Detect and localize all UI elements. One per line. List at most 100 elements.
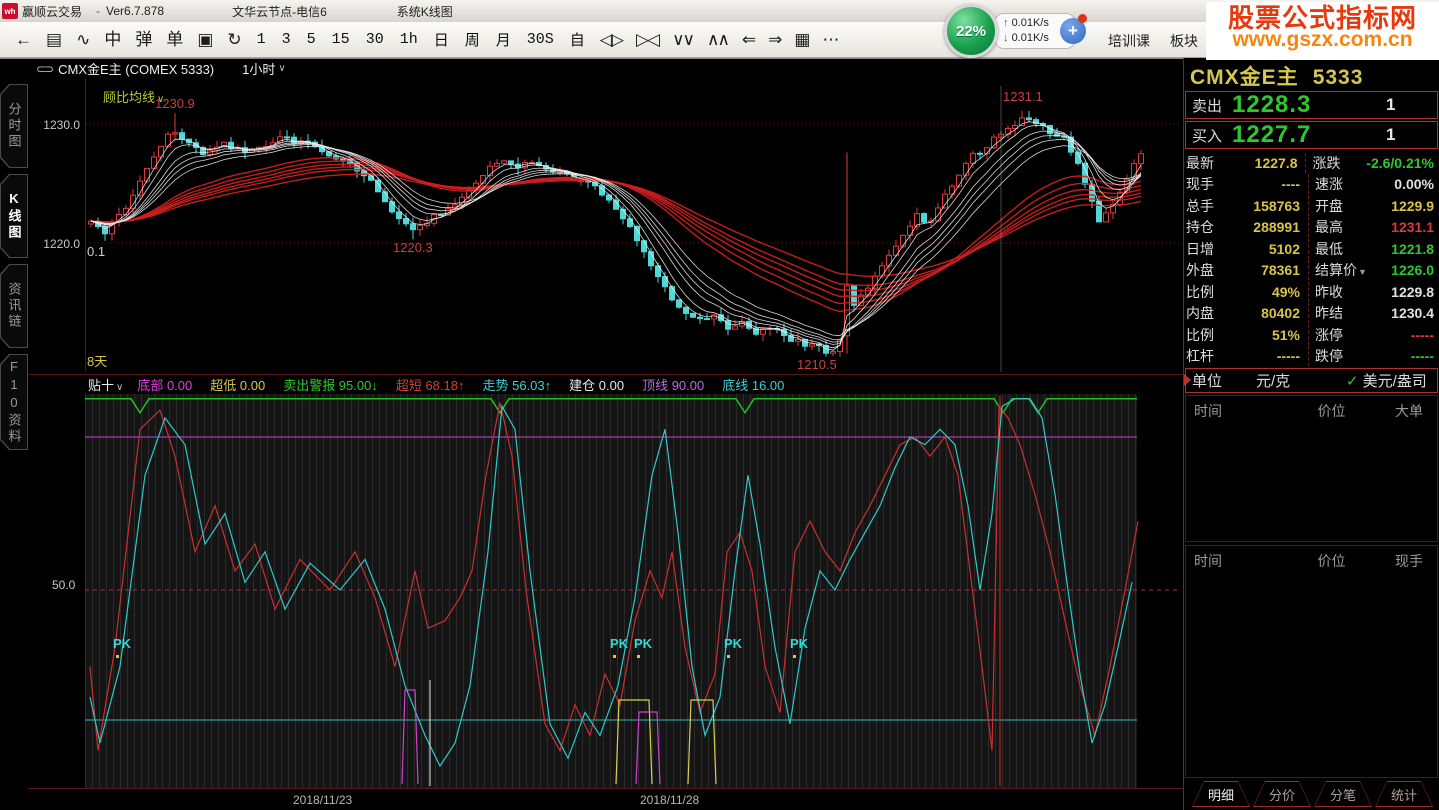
- period-label[interactable]: 1小时: [242, 59, 275, 78]
- download-arrow-icon: ↓: [1003, 32, 1009, 44]
- collapse-panel-icon[interactable]: ∨∨: [672, 31, 693, 48]
- trend-line-icon[interactable]: ∿: [76, 31, 90, 48]
- save-icon[interactable]: ▣: [197, 31, 213, 48]
- stat-value: -----: [1232, 348, 1308, 364]
- sidebar-tab-F10资料[interactable]: F10资料: [0, 354, 28, 450]
- col-price: 价位: [1294, 401, 1369, 421]
- zoom-out-icon[interactable]: ◁▷: [600, 31, 622, 48]
- sell-volume: 1: [1352, 95, 1395, 115]
- stat-value: 1229.9: [1370, 198, 1438, 214]
- symbol-switch-icon[interactable]: ⊂⊃: [36, 62, 52, 76]
- period-button-3[interactable]: 3: [282, 31, 291, 48]
- quote-tab-分笔[interactable]: 分笔: [1314, 781, 1372, 807]
- indicator-field-卖出警报: 卖出警报 95.00↓: [283, 375, 378, 394]
- left-sidebar: 分时图 K线图资讯链 F10资料: [0, 78, 28, 810]
- period-button-月[interactable]: 月: [496, 29, 511, 50]
- settlement-dropdown-icon[interactable]: ▼: [1358, 267, 1367, 277]
- stat-label: 速涨: [1308, 174, 1370, 194]
- stat-value: 288991: [1232, 219, 1308, 235]
- period-button-日[interactable]: 日: [434, 29, 449, 50]
- order-icon[interactable]: 单: [166, 31, 183, 48]
- clipped-price-label: 0.1: [87, 244, 105, 259]
- period-button-30[interactable]: 30: [366, 31, 384, 48]
- quote-tab-统计[interactable]: 统计: [1375, 781, 1433, 807]
- page-right-icon[interactable]: ⇒: [768, 31, 780, 48]
- buy-label: 买入: [1186, 125, 1232, 146]
- x-axis-date: 2018/11/28: [640, 793, 699, 807]
- zoom-in-icon[interactable]: ▷◁: [636, 31, 658, 48]
- upload-speed: 0.01K/s: [1012, 17, 1049, 29]
- oscillator-chart[interactable]: PKPKPKPKPK: [85, 394, 1180, 788]
- sub-indicator-panel[interactable]: PKPKPKPKPK 50.0: [28, 394, 1183, 788]
- sell-price[interactable]: 1228.3: [1232, 91, 1352, 119]
- quote-symbol-code: 5333: [1313, 66, 1364, 89]
- sub-indicator-name[interactable]: 贴十∨: [88, 375, 123, 394]
- indicator-field-走势: 走势 56.03↑: [483, 375, 552, 394]
- unit-yuan-gram[interactable]: 元/克: [1256, 370, 1346, 391]
- quote-tab-分价[interactable]: 分价: [1253, 781, 1311, 807]
- unit-usd-oz[interactable]: 美元/盎司: [1363, 370, 1427, 391]
- layout-icon[interactable]: ▦: [794, 31, 808, 48]
- stat-value: 1231.1: [1370, 219, 1438, 235]
- page-left-icon[interactable]: ⇐: [742, 31, 754, 48]
- buy-quote-row[interactable]: 买入 1227.7 1: [1185, 121, 1438, 149]
- indicator-field-超短: 超短 68.18↑: [396, 375, 465, 394]
- period-button-周[interactable]: 周: [465, 29, 480, 50]
- indicator-field-超低: 超低 0.00: [210, 375, 265, 394]
- stat-label: 开盘: [1308, 196, 1370, 216]
- sub-indicator-header: 贴十∨ 底部 0.00超低 0.00卖出警报 95.00↓超短 68.18↑走势…: [28, 374, 1183, 394]
- col-time: 时间: [1194, 551, 1294, 571]
- view-name-label: 系统K线图: [397, 3, 453, 20]
- stat-label: 内盘: [1186, 303, 1232, 323]
- sidebar-tab-分时图[interactable]: 分时图: [0, 84, 28, 168]
- period-button-1h[interactable]: 1h: [400, 31, 418, 48]
- price-label: 1230.9: [155, 96, 195, 111]
- more-icon[interactable]: ⋯: [822, 31, 837, 48]
- quote-stats-grid: 最新1227.8涨跌-2.6/0.21%现手----速涨0.00%总手15876…: [1186, 152, 1438, 367]
- stat-value: 1230.4: [1370, 305, 1438, 321]
- back-icon[interactable]: ←: [15, 31, 32, 48]
- quote-tab-明细[interactable]: 明细: [1192, 781, 1250, 807]
- pop-order-icon[interactable]: 弹: [135, 31, 152, 48]
- quote-stat-row: 总手158763开盘1229.9: [1186, 195, 1438, 217]
- col-lots: 现手: [1369, 551, 1429, 571]
- stat-value: -----: [1370, 348, 1438, 364]
- quote-stat-row: 内盘80402昨结1230.4: [1186, 303, 1438, 325]
- period-button-30S[interactable]: 30S: [527, 31, 554, 48]
- stat-label: 结算价▼: [1308, 260, 1370, 280]
- oscillator-y-tick: 50.0: [52, 578, 75, 592]
- candlestick-chart[interactable]: [86, 78, 1181, 372]
- period-button-1[interactable]: 1: [257, 31, 266, 48]
- buy-volume: 1: [1352, 125, 1395, 145]
- svg-text:PK: PK: [634, 636, 653, 651]
- symbol-label[interactable]: CMX金E主 (COMEX 5333): [58, 59, 214, 78]
- quote-list-icon[interactable]: ▤: [46, 31, 62, 48]
- stat-label: 总手: [1186, 196, 1232, 216]
- refresh-icon[interactable]: ↻: [227, 31, 241, 48]
- sell-quote-row[interactable]: 卖出 1228.3 1: [1185, 91, 1438, 119]
- expand-panel-icon[interactable]: ∧∧: [707, 31, 728, 48]
- stat-value: 0.00%: [1370, 176, 1438, 192]
- kline-icon[interactable]: 中: [104, 31, 121, 48]
- network-gauge[interactable]: 22%: [944, 4, 998, 58]
- stat-value: -----: [1370, 327, 1438, 343]
- stat-value: 1229.8: [1370, 284, 1438, 300]
- period-button-5[interactable]: 5: [307, 31, 316, 48]
- period-button-自[interactable]: 自: [570, 29, 585, 50]
- sidebar-tab-资讯链[interactable]: 资讯链: [0, 264, 28, 348]
- quote-stat-row: 比例51%涨停-----: [1186, 324, 1438, 346]
- col-price: 价位: [1294, 551, 1369, 571]
- price-label: 1220.3: [393, 240, 433, 255]
- stat-value: 158763: [1232, 198, 1308, 214]
- stat-value: 51%: [1232, 327, 1308, 343]
- sector-link[interactable]: 板块: [1170, 31, 1198, 51]
- kline-chart-panel[interactable]: 顾比均线∨ 1230.01220.0 1230.91231.11220.3121…: [28, 78, 1183, 372]
- period-dropdown-icon[interactable]: ∨: [278, 63, 285, 74]
- quote-panel: CMX金E主5333 卖出 1228.3 1 买入 1227.7 1 最新122…: [1183, 58, 1439, 810]
- stat-label: 跌停: [1308, 346, 1370, 366]
- period-button-15[interactable]: 15: [332, 31, 350, 48]
- training-link[interactable]: 培训课: [1108, 31, 1150, 51]
- kline-plot-area[interactable]: [85, 78, 1180, 372]
- buy-price[interactable]: 1227.7: [1232, 121, 1352, 149]
- sidebar-tab-K线图[interactable]: K线图: [0, 174, 28, 258]
